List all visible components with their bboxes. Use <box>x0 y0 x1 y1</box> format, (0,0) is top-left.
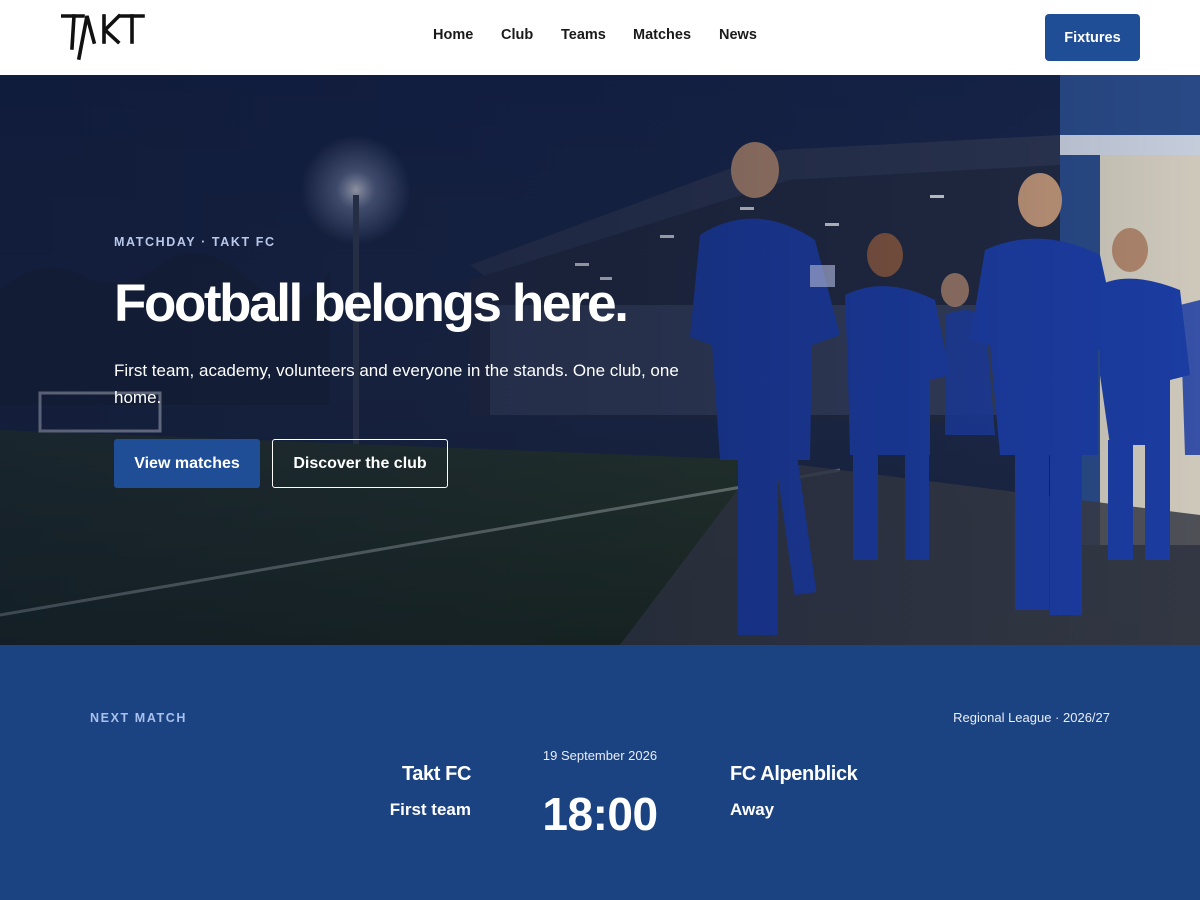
kickoff-time: 18:00 <box>542 788 658 840</box>
main-nav: Home Club Teams Matches News <box>0 27 1200 47</box>
nav-teams[interactable]: Teams <box>561 27 606 43</box>
away-team-name: FC Alpenblick <box>730 763 858 785</box>
hero-title: Football belongs here. <box>114 274 629 333</box>
hero-subtitle: First team, academy, volunteers and ever… <box>114 361 679 407</box>
fixtures-button[interactable]: Fixtures <box>1045 14 1140 61</box>
competition-label: Regional League · 2026/27 <box>953 710 1110 725</box>
discover-club-button[interactable]: Discover the club <box>272 439 448 488</box>
next-match-label: NEXT MATCH <box>90 711 188 725</box>
home-team-name: Takt FC <box>401 763 471 785</box>
match-date: 19 September 2026 <box>542 748 658 763</box>
nav-home[interactable]: Home <box>433 27 473 43</box>
away-team-detail: Away <box>730 800 775 819</box>
hero-section: MATCHDAY · TAKT FC Football belongs here… <box>0 75 1200 645</box>
nav-club[interactable]: Club <box>501 27 533 43</box>
nav-matches[interactable]: Matches <box>633 27 691 43</box>
site-header: Home Club Teams Matches News Fixtures <box>0 0 1200 75</box>
next-match-section: NEXT MATCH Regional League · 2026/27 Tak… <box>0 645 1200 900</box>
nav-news[interactable]: News <box>719 27 757 43</box>
hero-eyebrow: MATCHDAY · TAKT FC <box>114 235 276 249</box>
view-matches-button[interactable]: View matches <box>114 439 260 488</box>
